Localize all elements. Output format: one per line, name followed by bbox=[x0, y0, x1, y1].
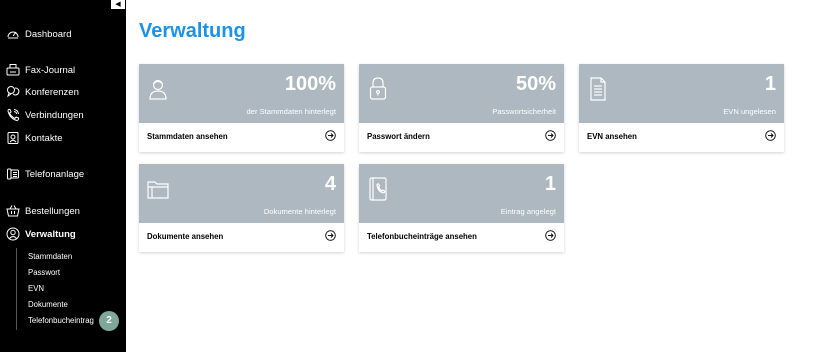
sidebar-collapse-button[interactable]: ◀ bbox=[111, 0, 125, 9]
card-evn: 1 EVN ungelesen EVN ansehen bbox=[579, 64, 784, 152]
card-value: 100% bbox=[284, 73, 336, 95]
sidebar-item-fax-journal[interactable]: Fax-Journal bbox=[6, 61, 75, 79]
card-description: Eintrag angelegt bbox=[500, 207, 556, 216]
arrow-circle-icon[interactable] bbox=[545, 130, 556, 141]
admin-user-icon bbox=[6, 227, 20, 241]
phone-calls-icon bbox=[6, 108, 20, 122]
sidebar-item-label: Telefonanlage bbox=[25, 168, 85, 180]
card-value: 1 bbox=[764, 73, 776, 95]
card-link-evn-ansehen[interactable]: EVN ansehen bbox=[587, 132, 637, 141]
subnav-item-telefonbucheintrag[interactable]: Telefonbucheintrag bbox=[28, 316, 94, 325]
padlock-icon bbox=[367, 76, 389, 102]
card-value: 4 bbox=[324, 173, 336, 195]
sidebar-item-label: Fax-Journal bbox=[25, 64, 76, 76]
card-stammdaten: 100% der Stammdaten hinterlegt Stammdate… bbox=[139, 64, 344, 152]
phonebook-icon bbox=[367, 176, 389, 202]
card-value: 1 bbox=[544, 173, 556, 195]
card-link-stammdaten-ansehen[interactable]: Stammdaten ansehen bbox=[147, 132, 228, 141]
card-passwort: 50% Passwortsicherheit Passwort ändern bbox=[359, 64, 564, 152]
sidebar-item-label: Bestellungen bbox=[25, 205, 80, 217]
card-link-dokumente-ansehen[interactable]: Dokumente ansehen bbox=[147, 232, 223, 241]
arrow-circle-icon[interactable] bbox=[325, 230, 336, 241]
notification-badge: 2 bbox=[99, 311, 119, 331]
card-link-row[interactable]: Passwort ändern bbox=[359, 123, 564, 152]
card-link-telefonbucheintraege-ansehen[interactable]: Telefonbucheinträge ansehen bbox=[367, 232, 477, 241]
user-profile-icon bbox=[147, 76, 169, 102]
sidebar: ◀ Dashboard Fax-Journal Konferenzen Verb… bbox=[0, 0, 126, 352]
sidebar-item-telefonanlage[interactable]: Telefonanlage bbox=[6, 165, 84, 183]
card-link-row[interactable]: EVN ansehen bbox=[579, 123, 784, 152]
sidebar-item-bestellungen[interactable]: Bestellungen bbox=[6, 202, 80, 220]
dashboard-gauge-icon bbox=[6, 27, 20, 41]
card-dokumente: 4 Dokumente hinterlegt Dokumente ansehen bbox=[139, 164, 344, 252]
conference-chat-icon bbox=[6, 85, 20, 99]
subnav-item-passwort[interactable]: Passwort bbox=[28, 268, 60, 277]
card-link-row[interactable]: Stammdaten ansehen bbox=[139, 123, 344, 152]
shopping-basket-icon bbox=[6, 204, 20, 218]
sidebar-item-label: Dashboard bbox=[25, 28, 72, 40]
sidebar-item-kontakte[interactable]: Kontakte bbox=[6, 129, 63, 147]
page-title: Verwaltung bbox=[139, 20, 246, 42]
sidebar-item-label: Kontakte bbox=[25, 132, 63, 144]
fax-icon bbox=[6, 63, 20, 77]
sidebar-item-verwaltung[interactable]: Verwaltung bbox=[6, 225, 76, 243]
card-description: Passwortsicherheit bbox=[492, 107, 556, 116]
subnav-item-stammdaten[interactable]: Stammdaten bbox=[28, 252, 72, 261]
sidebar-item-label: Verwaltung bbox=[25, 228, 76, 240]
sidebar-item-verbindungen[interactable]: Verbindungen bbox=[6, 106, 84, 124]
card-link-passwort-aendern[interactable]: Passwort ändern bbox=[367, 132, 430, 141]
sidebar-item-dashboard[interactable]: Dashboard bbox=[6, 25, 71, 43]
folder-icon bbox=[147, 176, 169, 202]
card-value: 50% bbox=[515, 73, 556, 95]
subnav-item-evn[interactable]: EVN bbox=[28, 284, 44, 293]
subnav-item-dokumente[interactable]: Dokumente bbox=[28, 300, 68, 309]
document-list-icon bbox=[587, 76, 609, 102]
sidebar-item-label: Verbindungen bbox=[25, 109, 84, 121]
sidebar-item-konferenzen[interactable]: Konferenzen bbox=[6, 83, 79, 101]
card-telefonbuch: 1 Eintrag angelegt Telefonbucheinträge a… bbox=[359, 164, 564, 252]
card-link-row[interactable]: Telefonbucheinträge ansehen bbox=[359, 223, 564, 252]
arrow-circle-icon[interactable] bbox=[545, 230, 556, 241]
card-description: Dokumente hinterlegt bbox=[263, 207, 336, 216]
card-description: EVN ungelesen bbox=[723, 107, 776, 116]
contacts-icon bbox=[6, 131, 20, 145]
sidebar-item-label: Konferenzen bbox=[25, 86, 79, 98]
arrow-circle-icon[interactable] bbox=[765, 130, 776, 141]
phone-system-icon bbox=[6, 167, 20, 181]
card-link-row[interactable]: Dokumente ansehen bbox=[139, 223, 344, 252]
arrow-circle-icon[interactable] bbox=[325, 130, 336, 141]
card-description: der Stammdaten hinterlegt bbox=[246, 107, 337, 116]
